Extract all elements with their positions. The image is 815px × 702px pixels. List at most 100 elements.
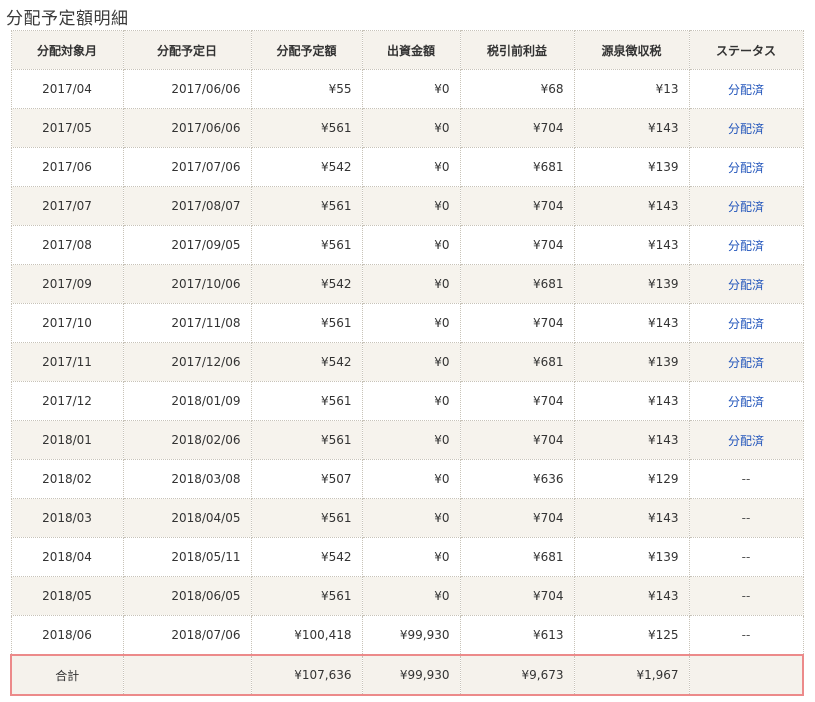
cell-investment-amount: ¥0 [361, 420, 461, 460]
cell-investment-amount: ¥0 [361, 459, 461, 499]
status-paid-link[interactable]: 分配済 [728, 434, 764, 448]
cell-pretax-profit: ¥681 [459, 147, 575, 187]
cell-investment-amount: ¥0 [361, 225, 461, 265]
status-paid-link[interactable]: 分配済 [728, 278, 764, 292]
cell-scheduled-amount: ¥561 [250, 225, 363, 265]
status-paid-link[interactable]: 分配済 [728, 200, 764, 214]
cell-target-month: 2017/11 [10, 342, 124, 382]
cell-pretax-profit: ¥681 [459, 537, 575, 577]
cell-status: 分配済 [688, 381, 804, 421]
cell-withholding-tax: ¥143 [573, 381, 690, 421]
distribution-detail-table: 分配対象月 分配予定日 分配予定額 出資金額 税引前利益 源泉徴収税 ステータス… [10, 30, 804, 696]
table-row: 2018/04 2018/05/11 ¥542 ¥0 ¥681 ¥139 -- [10, 537, 804, 577]
status-pending: -- [741, 628, 751, 642]
cell-withholding-tax: ¥139 [573, 147, 690, 187]
table-row: 2017/04 2017/06/06 ¥55 ¥0 ¥68 ¥13 分配済 [10, 69, 804, 109]
cell-target-month: 2017/04 [10, 69, 124, 109]
cell-withholding-tax: ¥129 [573, 459, 690, 499]
status-paid-link[interactable]: 分配済 [728, 239, 764, 253]
table-row: 2017/07 2017/08/07 ¥561 ¥0 ¥704 ¥143 分配済 [10, 186, 804, 226]
status-paid-link[interactable]: 分配済 [728, 83, 764, 97]
cell-withholding-tax: ¥143 [573, 303, 690, 343]
header-scheduled-date: 分配予定日 [122, 30, 252, 70]
cell-scheduled-date: 2017/10/06 [122, 264, 252, 304]
table-row: 2018/03 2018/04/05 ¥561 ¥0 ¥704 ¥143 -- [10, 498, 804, 538]
cell-target-month: 2018/04 [10, 537, 124, 577]
cell-scheduled-date: 2017/06/06 [122, 69, 252, 109]
cell-pretax-profit: ¥681 [459, 342, 575, 382]
total-tax: ¥1,967 [573, 654, 690, 696]
cell-pretax-profit: ¥704 [459, 381, 575, 421]
cell-withholding-tax: ¥125 [573, 615, 690, 656]
cell-scheduled-amount: ¥561 [250, 498, 363, 538]
cell-status: 分配済 [688, 303, 804, 343]
cell-status: 分配済 [688, 69, 804, 109]
cell-pretax-profit: ¥704 [459, 498, 575, 538]
cell-withholding-tax: ¥143 [573, 225, 690, 265]
cell-pretax-profit: ¥704 [459, 303, 575, 343]
cell-scheduled-amount: ¥561 [250, 576, 363, 616]
cell-withholding-tax: ¥139 [573, 342, 690, 382]
cell-pretax-profit: ¥68 [459, 69, 575, 109]
header-pretax-profit: 税引前利益 [459, 30, 575, 70]
header-scheduled-amount: 分配予定額 [250, 30, 363, 70]
total-investment: ¥99,930 [361, 654, 461, 696]
total-label: 合計 [10, 654, 124, 696]
cell-investment-amount: ¥0 [361, 69, 461, 109]
cell-status: 分配済 [688, 420, 804, 460]
cell-status: -- [688, 459, 804, 499]
cell-pretax-profit: ¥704 [459, 186, 575, 226]
cell-scheduled-amount: ¥542 [250, 147, 363, 187]
cell-investment-amount: ¥0 [361, 303, 461, 343]
table-header: 分配対象月 分配予定日 分配予定額 出資金額 税引前利益 源泉徴収税 ステータス [10, 30, 804, 70]
cell-status: 分配済 [688, 186, 804, 226]
cell-target-month: 2017/12 [10, 381, 124, 421]
status-paid-link[interactable]: 分配済 [728, 161, 764, 175]
cell-investment-amount: ¥99,930 [361, 615, 461, 656]
status-paid-link[interactable]: 分配済 [728, 356, 764, 370]
cell-investment-amount: ¥0 [361, 264, 461, 304]
cell-scheduled-date: 2017/09/05 [122, 225, 252, 265]
header-withholding-tax: 源泉徴収税 [573, 30, 690, 70]
cell-scheduled-amount: ¥542 [250, 537, 363, 577]
cell-scheduled-amount: ¥507 [250, 459, 363, 499]
table-body: 2017/04 2017/06/06 ¥55 ¥0 ¥68 ¥13 分配済 2017/05 20… [10, 69, 804, 656]
cell-investment-amount: ¥0 [361, 186, 461, 226]
status-paid-link[interactable]: 分配済 [728, 122, 764, 136]
cell-status: 分配済 [688, 147, 804, 187]
cell-scheduled-date: 2017/11/08 [122, 303, 252, 343]
table-row: 2017/05 2017/06/06 ¥561 ¥0 ¥704 ¥143 分配済 [10, 108, 804, 148]
cell-target-month: 2017/10 [10, 303, 124, 343]
cell-investment-amount: ¥0 [361, 147, 461, 187]
cell-scheduled-date: 2017/07/06 [122, 147, 252, 187]
cell-pretax-profit: ¥704 [459, 108, 575, 148]
cell-scheduled-amount: ¥100,418 [250, 615, 363, 656]
total-row: 合計 ¥107,636 ¥99,930 ¥9,673 ¥1,967 [10, 654, 804, 696]
cell-status: -- [688, 576, 804, 616]
cell-investment-amount: ¥0 [361, 108, 461, 148]
status-paid-link[interactable]: 分配済 [728, 395, 764, 409]
cell-withholding-tax: ¥143 [573, 186, 690, 226]
table-row: 2018/05 2018/06/05 ¥561 ¥0 ¥704 ¥143 -- [10, 576, 804, 616]
cell-withholding-tax: ¥139 [573, 537, 690, 577]
cell-withholding-tax: ¥143 [573, 576, 690, 616]
status-paid-link[interactable]: 分配済 [728, 317, 764, 331]
cell-target-month: 2018/01 [10, 420, 124, 460]
cell-target-month: 2017/06 [10, 147, 124, 187]
cell-target-month: 2017/07 [10, 186, 124, 226]
header-status: ステータス [688, 30, 804, 70]
cell-pretax-profit: ¥704 [459, 225, 575, 265]
total-amount: ¥107,636 [250, 654, 363, 696]
header-investment-amount: 出資金額 [361, 30, 461, 70]
cell-target-month: 2018/03 [10, 498, 124, 538]
cell-status: 分配済 [688, 225, 804, 265]
table-row: 2017/12 2018/01/09 ¥561 ¥0 ¥704 ¥143 分配済 [10, 381, 804, 421]
cell-target-month: 2018/05 [10, 576, 124, 616]
cell-investment-amount: ¥0 [361, 381, 461, 421]
cell-scheduled-date: 2017/12/06 [122, 342, 252, 382]
cell-scheduled-amount: ¥542 [250, 342, 363, 382]
cell-target-month: 2017/08 [10, 225, 124, 265]
cell-withholding-tax: ¥143 [573, 108, 690, 148]
status-pending: -- [741, 589, 751, 603]
cell-scheduled-date: 2018/05/11 [122, 537, 252, 577]
